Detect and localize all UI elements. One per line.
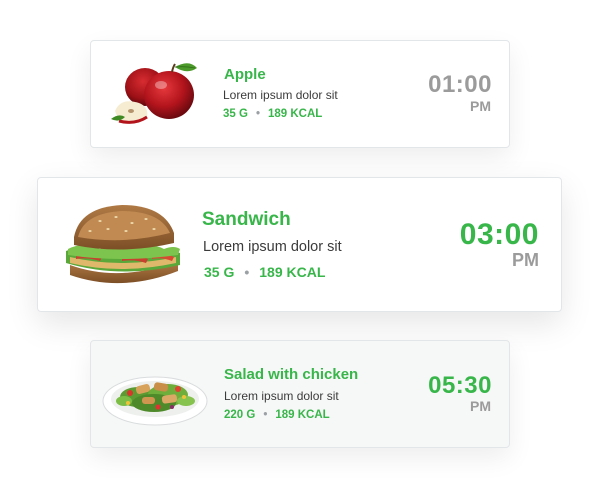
meal-weight: 35 G [204, 264, 235, 280]
meal-calories: 189 KCAL [267, 108, 323, 120]
meal-weight: 220 G [224, 409, 256, 421]
meal-nutrition: 35 G • 189 KCAL [204, 264, 325, 280]
meal-time: 01:00 [428, 71, 492, 98]
salad-icon [102, 376, 208, 426]
meal-card-apple[interactable]: Apple Lorem ipsum dolor sit 35 G • 189 KCA… [90, 40, 510, 148]
meal-nutrition: 220 G • 189 KCAL [224, 409, 330, 421]
meal-description: Lorem ipsum dolor sit [224, 389, 339, 403]
separator-dot: • [263, 409, 268, 421]
apple-icon [111, 63, 197, 124]
meal-weight: 35 G [223, 108, 248, 120]
sandwich-icon [66, 205, 180, 284]
meal-calories: 189 KCAL [259, 264, 326, 280]
meal-title: Salad with chicken [224, 366, 359, 383]
meal-period: PM [512, 250, 539, 270]
meal-card-sandwich[interactable]: Sandwich Lorem ipsum dolor sit 35 G • 189 … [37, 177, 562, 312]
meal-card-salad[interactable]: Salad with chicken Lorem ipsum dolor sit… [90, 340, 510, 448]
separator-dot: • [255, 108, 260, 120]
meal-period: PM [470, 398, 491, 414]
meal-time: 03:00 [459, 218, 539, 251]
separator-dot: • [244, 264, 250, 280]
meal-nutrition: 35 G • 189 KCAL [223, 108, 322, 120]
meal-calories: 189 KCAL [275, 409, 330, 421]
meal-description: Lorem ipsum dolor sit [223, 88, 338, 102]
meal-description: Lorem ipsum dolor sit [203, 239, 342, 255]
meal-period: PM [470, 98, 491, 114]
meal-time: 05:30 [428, 372, 492, 399]
meal-title: Sandwich [202, 209, 291, 230]
meal-title: Apple [224, 66, 266, 83]
